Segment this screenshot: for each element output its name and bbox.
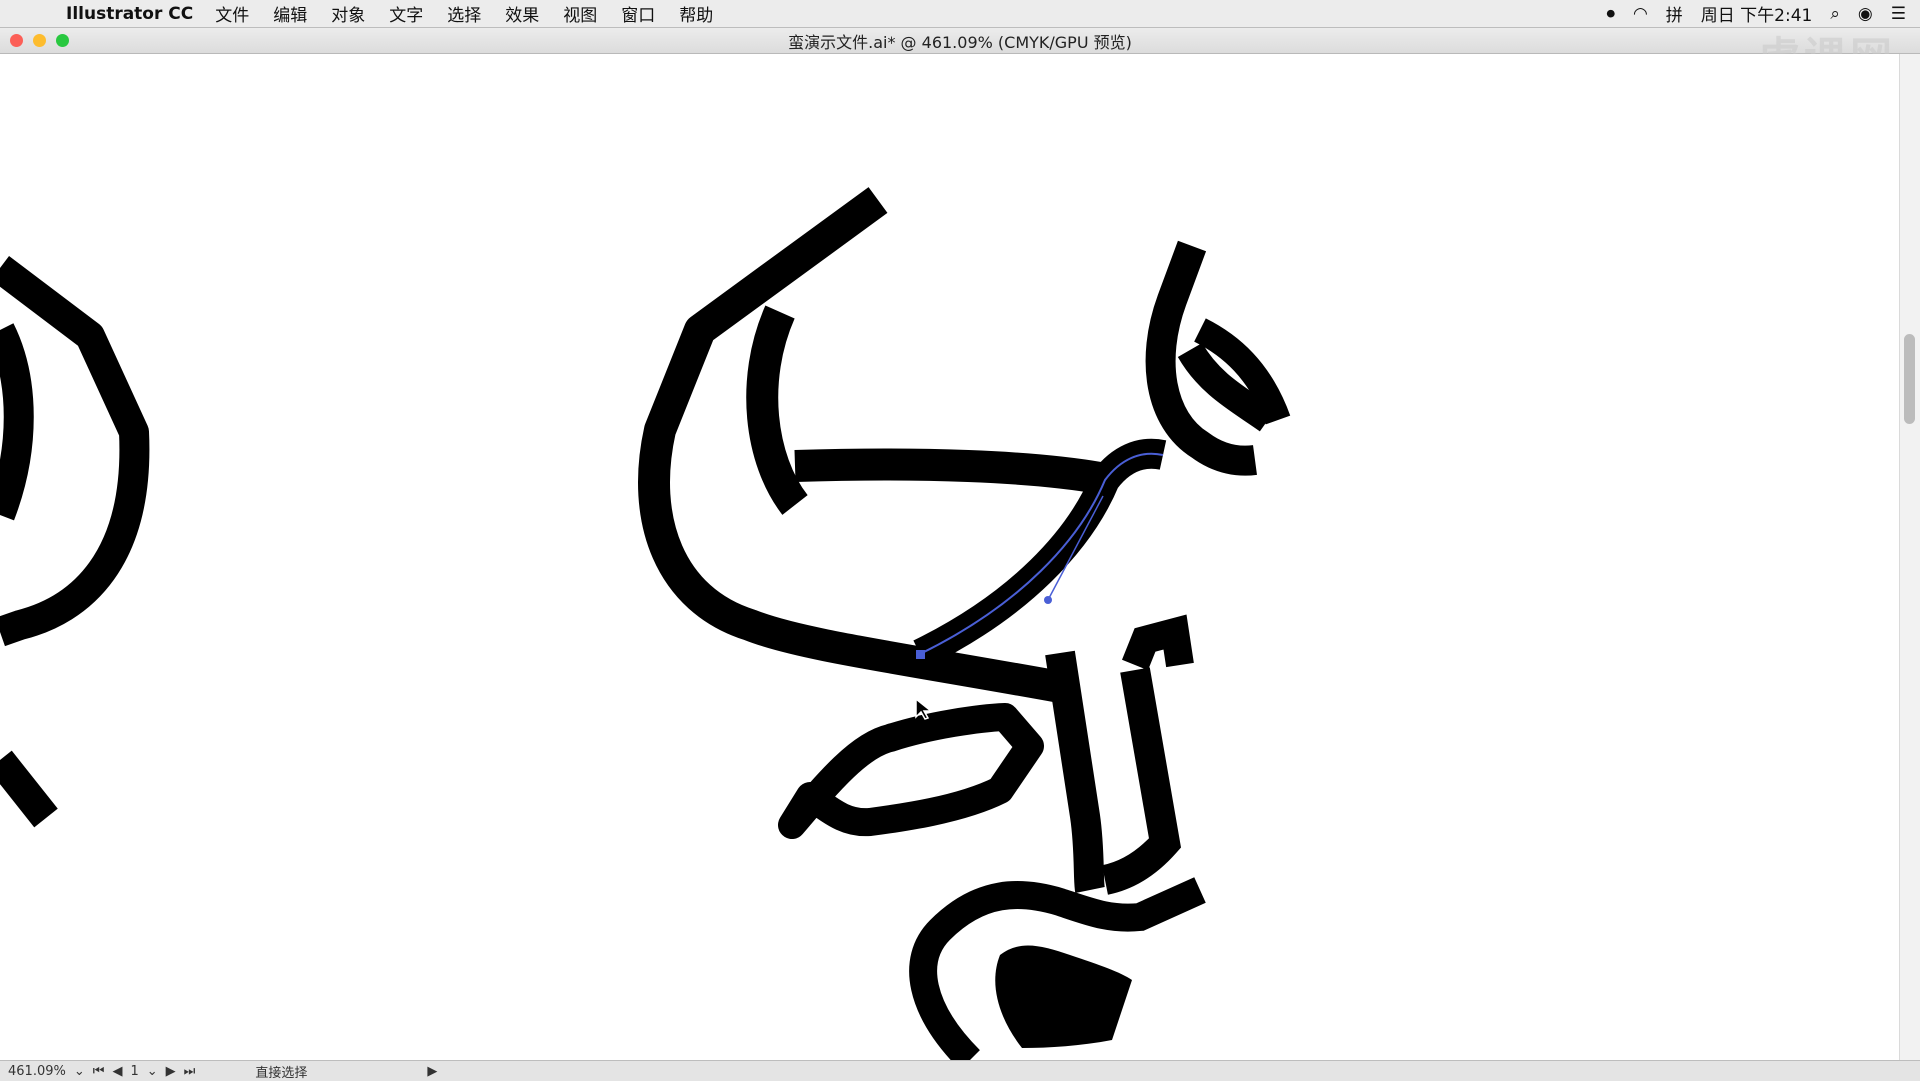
menu-type[interactable]: 文字 xyxy=(389,1,423,26)
vertical-scrollbar[interactable] xyxy=(1899,54,1920,1060)
zoom-level[interactable]: 461.09% xyxy=(8,1064,66,1079)
screen-record-icon[interactable]: ⏺ xyxy=(1606,4,1615,24)
minimize-icon[interactable] xyxy=(33,34,46,47)
menu-help[interactable]: 帮助 xyxy=(679,1,713,26)
mouth-fill[interactable] xyxy=(995,945,1132,1048)
current-tool: 直接选择 xyxy=(255,1065,308,1081)
menu-edit[interactable]: 编辑 xyxy=(273,1,307,26)
wifi-icon[interactable]: ◠ xyxy=(1633,4,1648,24)
snout-right[interactable] xyxy=(1101,667,1182,895)
next-artboard-icon[interactable]: ▶ xyxy=(166,1064,176,1079)
search-icon[interactable]: ⌕ xyxy=(1830,4,1840,24)
anchor-point[interactable] xyxy=(916,650,925,659)
handle-point[interactable] xyxy=(1044,596,1052,604)
artboard-number[interactable]: 1 xyxy=(130,1064,138,1079)
siri-icon[interactable]: ◉ xyxy=(1858,4,1873,24)
menu-bar: Illustrator CC 文件 编辑 对象 文字 选择 效果 视图 窗口 帮… xyxy=(0,0,1920,28)
last-artboard-icon[interactable]: ⏭ xyxy=(184,1064,196,1079)
first-artboard-icon[interactable]: ⏮ xyxy=(93,1064,105,1079)
nostril-left[interactable] xyxy=(778,703,1044,839)
status-bar: 461.09% ⌄ ⏮ ◀ 1 ⌄ ▶ ⏭ 直接选择 ▶ xyxy=(0,1060,1920,1081)
snout-top[interactable] xyxy=(1122,614,1194,671)
close-icon[interactable] xyxy=(10,34,23,47)
artboard-canvas[interactable] xyxy=(0,54,1900,1060)
snout-bar[interactable] xyxy=(1045,650,1105,893)
artwork-svg xyxy=(0,187,1291,1060)
window-title: 蛮演示文件.ai* @ 461.09% (CMYK/GPU 预览) xyxy=(788,32,1132,52)
window-controls xyxy=(10,34,69,47)
menu-object[interactable]: 对象 xyxy=(331,1,365,26)
left-jaw[interactable] xyxy=(0,750,58,828)
title-bar: 蛮演示文件.ai* @ 461.09% (CMYK/GPU 预览) xyxy=(0,28,1920,54)
menu-file[interactable]: 文件 xyxy=(215,1,249,26)
input-method-icon[interactable]: 拼 xyxy=(1666,1,1683,26)
prev-artboard-icon[interactable]: ◀ xyxy=(112,1064,122,1079)
zoom-dropdown-icon[interactable]: ⌄ xyxy=(74,1064,85,1079)
maximize-icon[interactable] xyxy=(56,34,69,47)
menu-view[interactable]: 视图 xyxy=(563,1,597,26)
horn-left-inner[interactable] xyxy=(746,305,808,515)
left-ear-curve[interactable] xyxy=(0,323,34,521)
clock[interactable]: 周日 下午2:41 xyxy=(1701,1,1813,26)
menu-effect[interactable]: 效果 xyxy=(505,1,539,26)
artboard-dropdown-icon[interactable]: ⌄ xyxy=(147,1064,158,1079)
app-name[interactable]: Illustrator CC xyxy=(66,4,193,24)
scroll-thumb[interactable] xyxy=(1904,334,1915,424)
cursor-icon xyxy=(915,697,934,720)
status-menu-arrow-icon[interactable]: ▶ xyxy=(427,1064,437,1079)
list-icon[interactable]: ☰ xyxy=(1891,4,1906,24)
status-menu-area: ⏺ ◠ 拼 周日 下午2:41 ⌕ ◉ ☰ xyxy=(1606,0,1906,27)
menu-select[interactable]: 选择 xyxy=(447,1,481,26)
brow-line[interactable] xyxy=(794,448,1103,494)
menu-window[interactable]: 窗口 xyxy=(621,1,655,26)
